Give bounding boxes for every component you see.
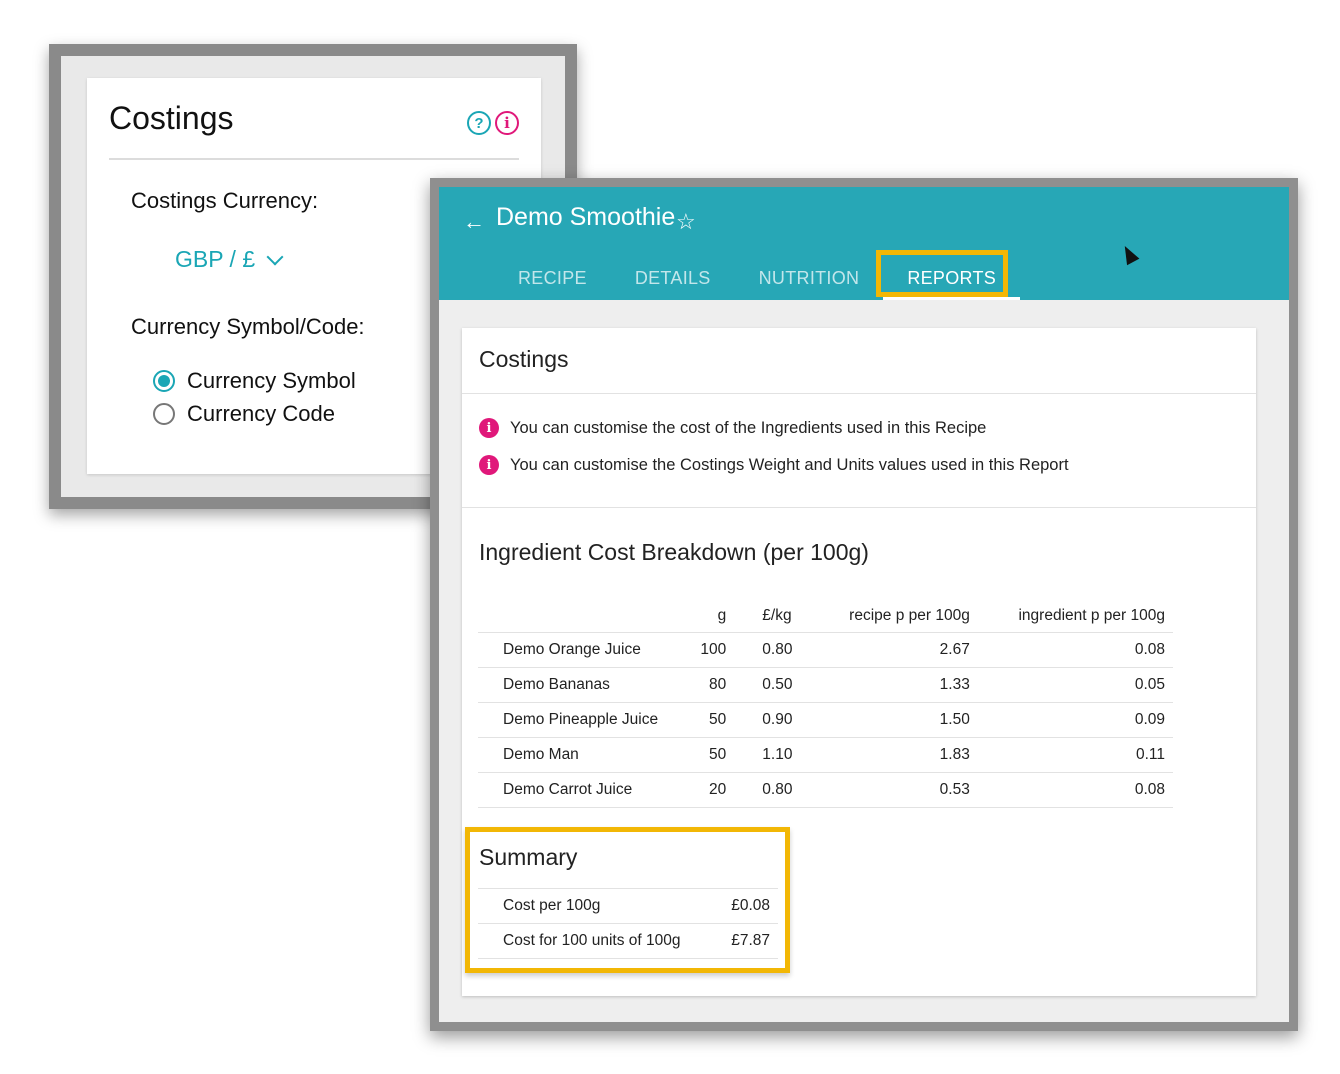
ingredient-grams: 50	[684, 737, 735, 773]
app-header: ← Demo Smoothie ☆ RECIPE DETAILS NUTRITI…	[439, 187, 1289, 300]
summary-highlight	[465, 827, 790, 973]
info-note[interactable]: i You can customise the Costings Weight …	[479, 455, 1069, 475]
tab-nutrition[interactable]: NUTRITION	[735, 257, 884, 299]
ingredient-p-per-100g: 0.05	[977, 667, 1173, 703]
column-header	[478, 600, 684, 633]
info-note-text: You can customise the Costings Weight an…	[510, 455, 1069, 474]
recipe-p-per-100g: 0.53	[813, 772, 978, 808]
reports-tab-highlight	[876, 250, 1008, 297]
ingredient-price-per-kg: 1.10	[734, 737, 814, 773]
info-icon: i	[479, 418, 499, 438]
radio-button[interactable]	[153, 403, 175, 425]
ingredient-p-per-100g: 0.09	[977, 702, 1173, 738]
ingredient-grams: 50	[684, 702, 735, 738]
info-note-text: You can customise the cost of the Ingred…	[510, 418, 987, 437]
recipe-title: Demo Smoothie	[496, 203, 676, 231]
table-row[interactable]: Demo Orange Juice 100 0.80 2.67 0.08	[478, 632, 1173, 668]
ingredient-name: Demo Man	[478, 737, 684, 773]
mouse-pointer-icon	[1118, 242, 1140, 266]
table-row[interactable]: Demo Bananas 80 0.50 1.33 0.05	[478, 667, 1173, 703]
divider	[462, 507, 1256, 508]
recipe-p-per-100g: 1.83	[813, 737, 978, 773]
radio-button-selected[interactable]	[153, 370, 175, 392]
divider	[109, 158, 519, 160]
ingredient-grams: 80	[684, 667, 735, 703]
settings-title: Costings	[109, 100, 234, 136]
radio-currency-code[interactable]: Currency Code	[153, 401, 335, 427]
back-arrow-icon[interactable]: ←	[463, 209, 485, 235]
ingredient-price-per-kg: 0.50	[734, 667, 814, 703]
ingredient-name: Demo Pineapple Juice	[478, 702, 684, 738]
symbol-code-label: Currency Symbol/Code:	[131, 314, 365, 339]
ingredient-name: Demo Orange Juice	[478, 632, 684, 668]
currency-label: Costings Currency:	[131, 188, 319, 213]
info-icon: i	[479, 455, 499, 475]
costings-title: Costings	[479, 346, 569, 372]
recipe-content: ← Demo Smoothie ☆ RECIPE DETAILS NUTRITI…	[439, 187, 1289, 1022]
recipe-window: ← Demo Smoothie ☆ RECIPE DETAILS NUTRITI…	[430, 178, 1298, 1031]
ingredient-grams: 100	[684, 632, 735, 668]
column-header-price-per-kg: £/kg	[734, 600, 814, 633]
divider	[462, 393, 1256, 394]
info-icon[interactable]: i	[495, 111, 519, 135]
table-row[interactable]: Demo Pineapple Juice 50 0.90 1.50 0.09	[478, 702, 1173, 738]
info-note[interactable]: i You can customise the cost of the Ingr…	[479, 418, 986, 438]
table-row[interactable]: Demo Man 50 1.10 1.83 0.11	[478, 737, 1173, 773]
tab-details[interactable]: DETAILS	[611, 257, 735, 299]
help-icon[interactable]: ?	[467, 111, 491, 135]
recipe-p-per-100g: 1.50	[813, 702, 978, 738]
ingredient-name: Demo Bananas	[478, 667, 684, 703]
currency-select[interactable]: GBP / £	[175, 246, 284, 273]
recipe-p-per-100g: 2.67	[813, 632, 978, 668]
ingredient-p-per-100g: 0.11	[977, 737, 1173, 773]
ingredient-name: Demo Carrot Juice	[478, 772, 684, 808]
ingredient-price-per-kg: 0.80	[734, 632, 814, 668]
ingredient-p-per-100g: 0.08	[977, 632, 1173, 668]
table-row[interactable]: Demo Carrot Juice 20 0.80 0.53 0.08	[478, 772, 1173, 808]
radio-label: Currency Symbol	[187, 368, 356, 393]
column-header-g: g	[684, 600, 735, 633]
column-header-recipe-p: recipe p per 100g	[813, 600, 978, 633]
tab-recipe[interactable]: RECIPE	[494, 257, 611, 299]
currency-select-value: GBP / £	[175, 246, 256, 272]
breakdown-title: Ingredient Cost Breakdown (per 100g)	[479, 539, 869, 565]
star-icon[interactable]: ☆	[676, 209, 696, 235]
table-header-row: g £/kg recipe p per 100g ingredient p pe…	[478, 600, 1173, 633]
ingredient-p-per-100g: 0.08	[977, 772, 1173, 808]
cost-breakdown-table: g £/kg recipe p per 100g ingredient p pe…	[478, 600, 1173, 808]
recipe-p-per-100g: 1.33	[813, 667, 978, 703]
chevron-down-icon	[266, 248, 284, 265]
settings-icons: ? i	[467, 111, 519, 135]
ingredient-price-per-kg: 0.80	[734, 772, 814, 808]
radio-label: Currency Code	[187, 401, 335, 426]
ingredient-grams: 20	[684, 772, 735, 808]
radio-currency-symbol[interactable]: Currency Symbol	[153, 368, 356, 394]
column-header-ingredient-p: ingredient p per 100g	[977, 600, 1173, 633]
costings-report-card: Costings i You can customise the cost of…	[462, 328, 1256, 996]
ingredient-price-per-kg: 0.90	[734, 702, 814, 738]
